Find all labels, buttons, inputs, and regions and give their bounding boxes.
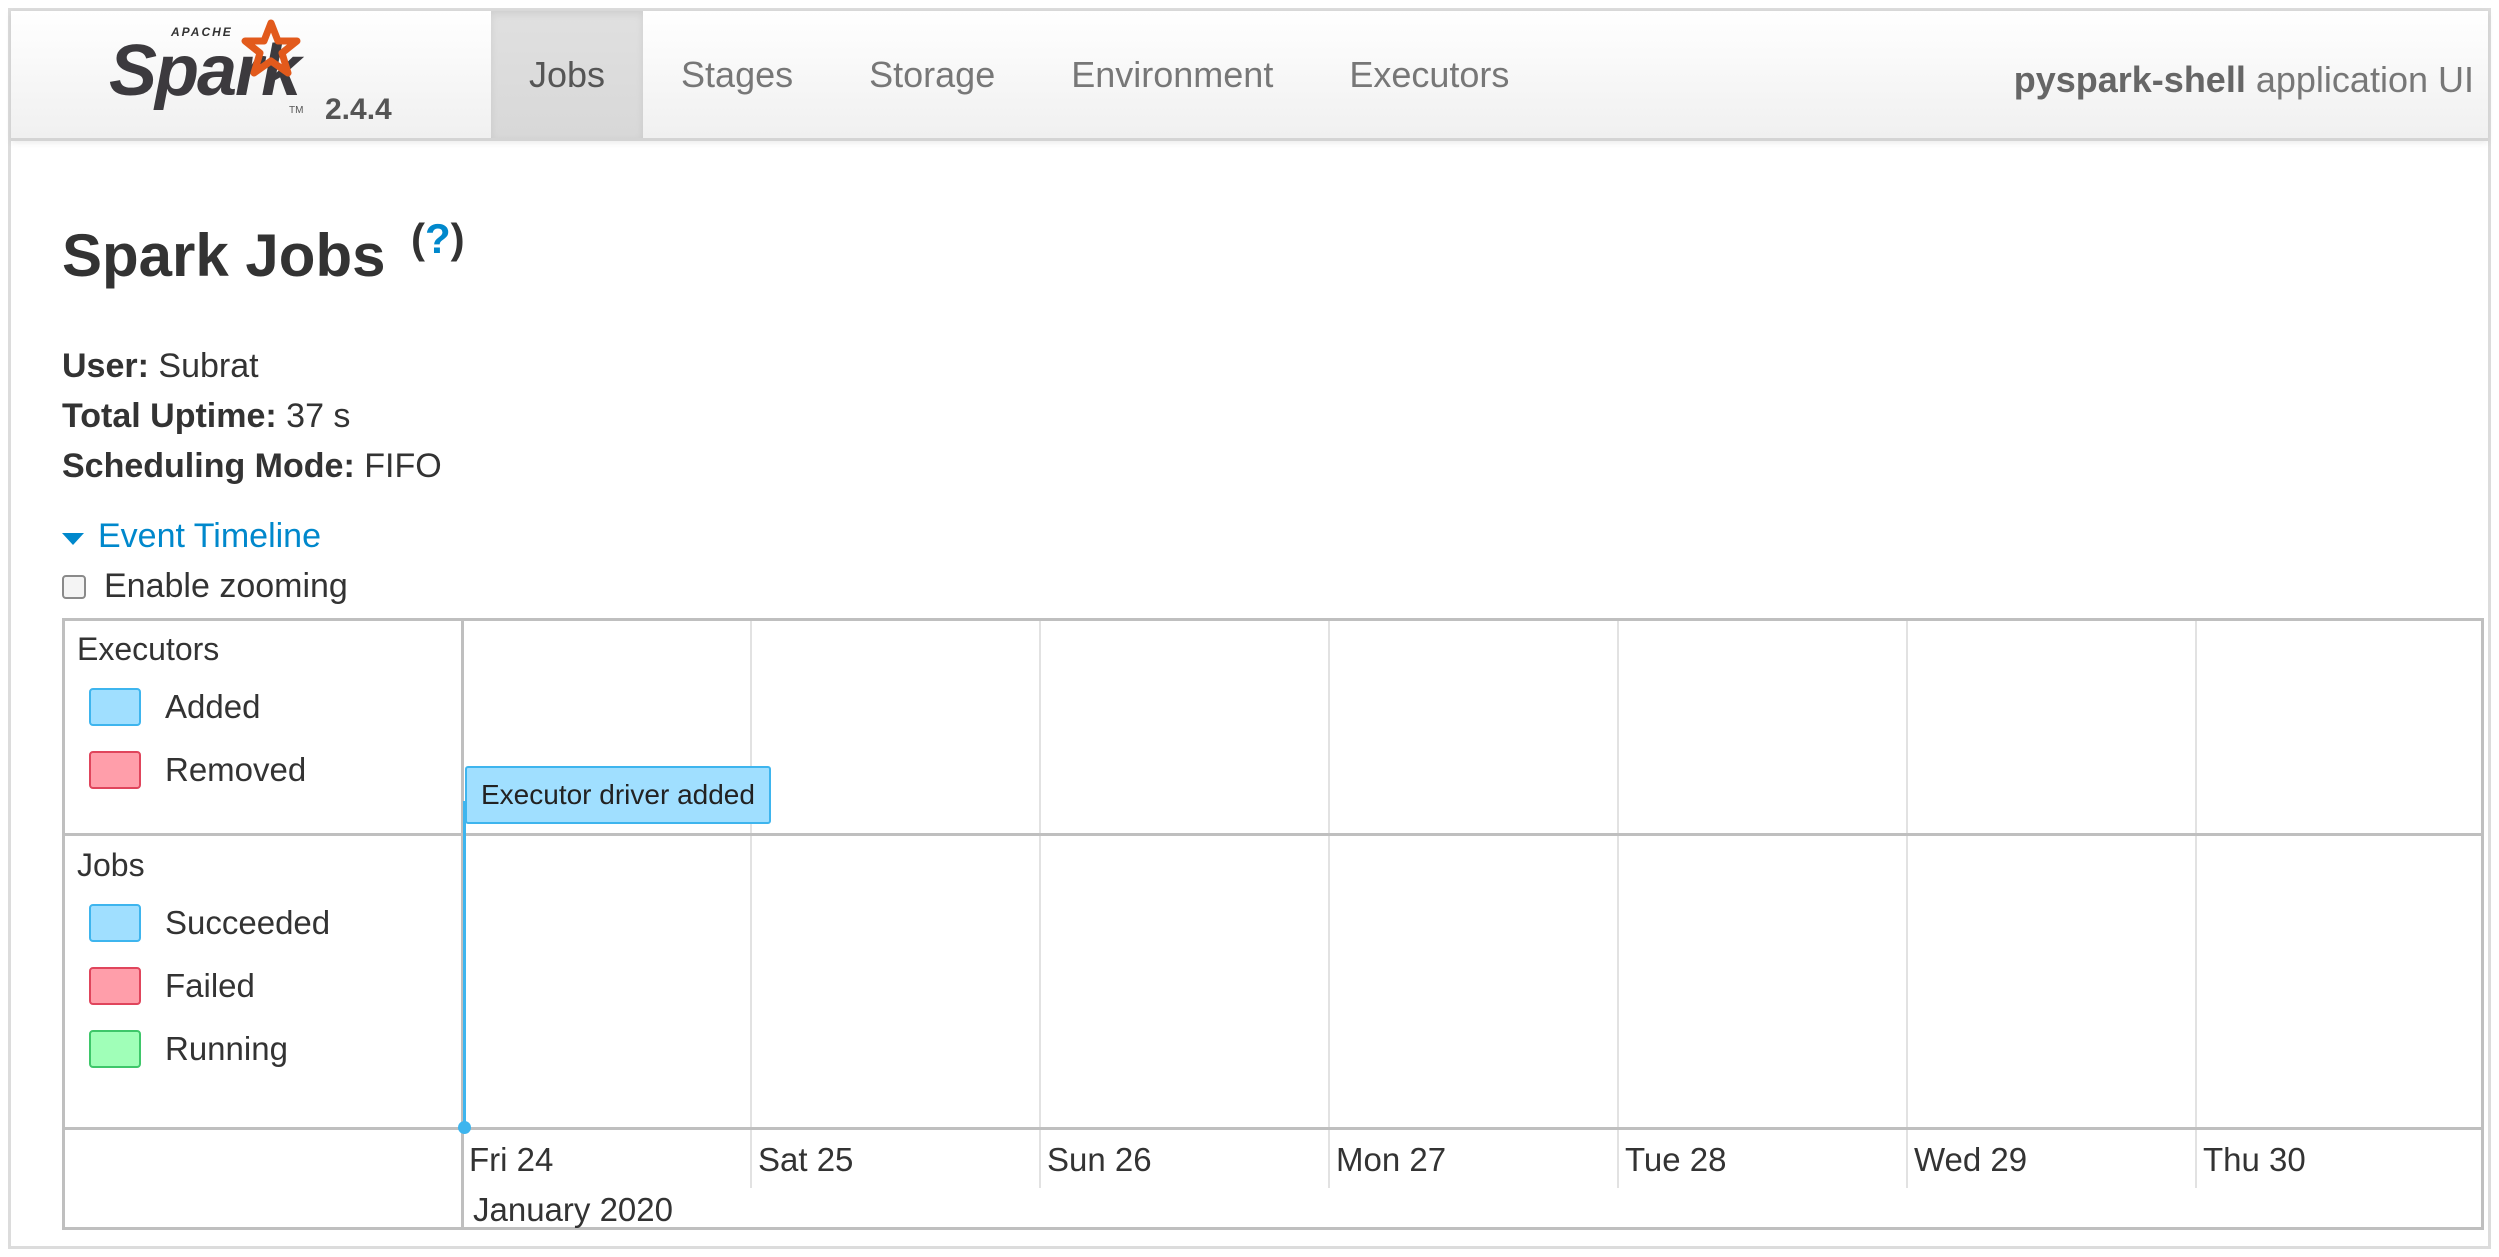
app-suffix: application UI	[2255, 59, 2474, 100]
timeline-group-divider	[65, 833, 2481, 836]
user-label: User:	[62, 347, 149, 385]
axis-day-label: Tue 28	[1625, 1141, 1727, 1178]
help-question-icon[interactable]: ?	[425, 215, 451, 262]
axis-day-label: Thu 30	[2203, 1141, 2306, 1178]
timeline-gridline	[1328, 621, 1330, 1188]
legend-job-failed: Failed	[89, 967, 255, 1005]
summary-user: User: Subrat	[62, 341, 442, 391]
timeline-gridline	[1617, 621, 1619, 1188]
legend-label: Added	[165, 688, 261, 725]
uptime-value: 37 s	[286, 397, 351, 435]
mode-value: FIFO	[364, 447, 442, 485]
tab-stages[interactable]: Stages	[643, 11, 831, 138]
enable-zooming-checkbox[interactable]	[62, 574, 86, 599]
enable-zooming-label: Enable zooming	[104, 567, 348, 605]
removed-swatch	[89, 751, 141, 789]
help-close-paren: )	[450, 215, 465, 262]
failed-swatch	[89, 967, 141, 1005]
help-link[interactable]: (?)	[411, 215, 465, 263]
event-timeline-toggle[interactable]: Event Timeline	[62, 517, 321, 556]
tab-storage[interactable]: Storage	[831, 11, 1033, 138]
spark-logo[interactable]: APACHE Spark TM 2.4.4	[109, 19, 409, 131]
legend-label: Failed	[165, 967, 255, 1004]
logo-tm: TM	[289, 105, 304, 116]
executor-event-dot[interactable]	[458, 1121, 471, 1134]
tab-environment[interactable]: Environment	[1033, 11, 1311, 138]
legend-label: Running	[165, 1030, 288, 1067]
succeeded-swatch	[89, 904, 141, 942]
app-name: pyspark-shell	[2013, 59, 2246, 100]
jobs-group-label: Jobs	[77, 847, 145, 883]
axis-month-label: January 2020	[473, 1191, 673, 1228]
axis-day-label: Sun 26	[1047, 1141, 1152, 1178]
legend-executor-removed: Removed	[89, 751, 306, 789]
tab-jobs[interactable]: Jobs	[491, 11, 644, 138]
app-frame: APACHE Spark TM 2.4.4 Jobs Stages Storag…	[8, 8, 2491, 1249]
legend-job-succeeded: Succeeded	[89, 904, 330, 942]
app-title: pyspark-shell application UI	[2014, 59, 2474, 101]
legend-job-running: Running	[89, 1030, 288, 1068]
summary-scheduling-mode: Scheduling Mode: FIFO	[62, 441, 442, 491]
user-value: Subrat	[158, 347, 259, 385]
executor-driver-added-event[interactable]: Executor driver added	[465, 766, 771, 824]
running-swatch	[89, 1030, 141, 1068]
enable-zooming: Enable zooming	[62, 567, 348, 606]
timeline-gridline	[1039, 621, 1041, 1188]
legend-label: Succeeded	[165, 904, 331, 941]
page-title: Spark Jobs	[62, 222, 386, 289]
axis-day-label: Wed 29	[1914, 1141, 2028, 1178]
job-summary: User: Subrat Total Uptime: 37 s Scheduli…	[62, 341, 442, 491]
legend-executor-added: Added	[89, 688, 260, 726]
uptime-label: Total Uptime:	[62, 397, 277, 435]
spark-version: 2.4.4	[325, 93, 392, 126]
tab-executors[interactable]: Executors	[1311, 11, 1547, 138]
help-open-paren: (	[411, 215, 425, 262]
mode-label: Scheduling Mode:	[62, 447, 355, 485]
axis-day-label: Fri 24	[469, 1141, 554, 1178]
navbar: APACHE Spark TM 2.4.4 Jobs Stages Storag…	[11, 11, 2488, 141]
caret-down-icon	[62, 532, 84, 545]
executor-event-line	[463, 801, 466, 1131]
axis-day-label: Sat 25	[758, 1141, 854, 1178]
timeline-gridline	[2195, 621, 2197, 1188]
nav-tabs: Jobs Stages Storage Environment Executor…	[491, 11, 1547, 138]
axis-day-label: Mon 27	[1336, 1141, 1447, 1178]
event-timeline[interactable]: Executors Added Removed Jobs Succeeded F…	[62, 618, 2484, 1230]
timeline-gridline	[1906, 621, 1908, 1188]
summary-uptime: Total Uptime: 37 s	[62, 391, 442, 441]
event-timeline-label: Event Timeline	[98, 517, 321, 555]
timeline-axis-divider	[65, 1127, 2481, 1130]
spark-star-icon	[241, 19, 301, 77]
executors-group-label: Executors	[77, 631, 220, 667]
timeline-gridline	[750, 621, 752, 1188]
added-swatch	[89, 688, 141, 726]
legend-label: Removed	[165, 751, 307, 788]
